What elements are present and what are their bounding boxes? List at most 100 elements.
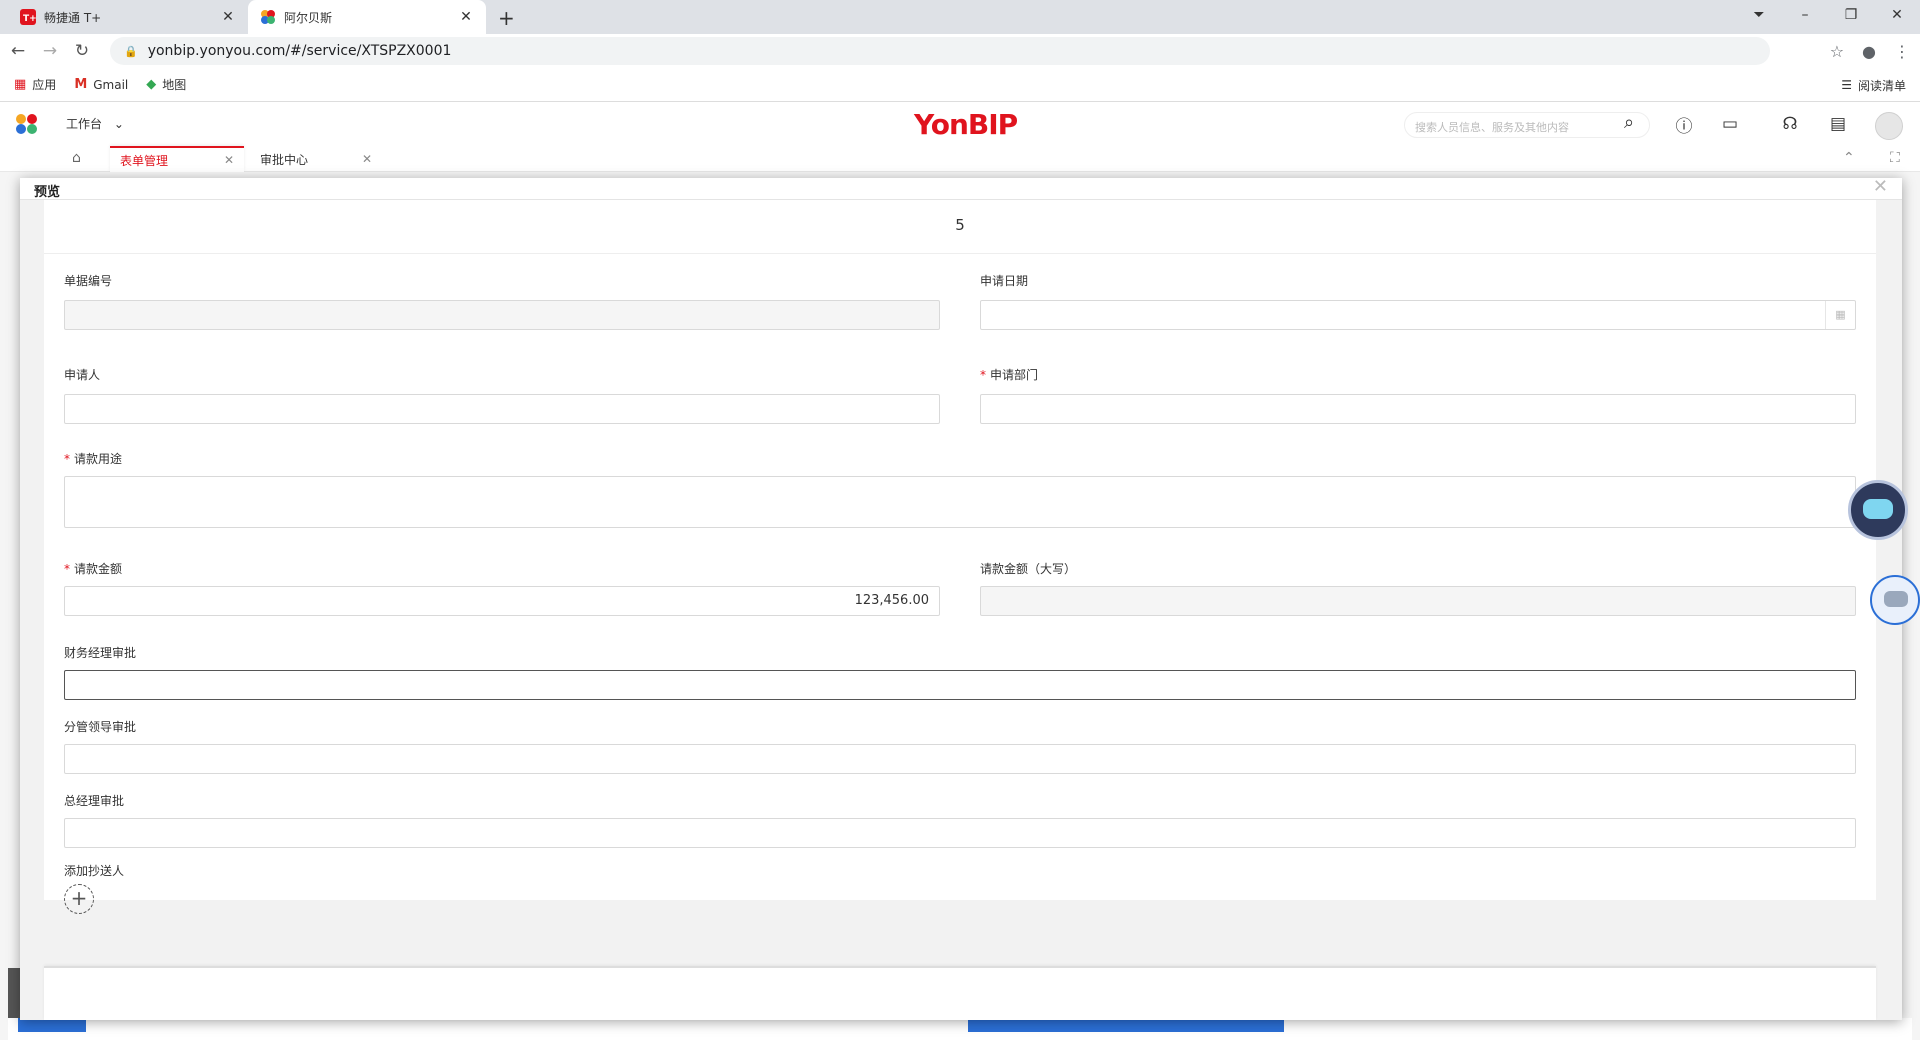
doc-no-field xyxy=(64,300,940,330)
svg-text:T+: T+ xyxy=(23,14,36,24)
browser-tab-strip: T+ 畅捷通 T+ ✕ 阿尔贝斯 ✕ + ⏷ – ❐ ✕ xyxy=(0,0,1920,34)
robot-face xyxy=(1884,591,1908,607)
modal-footer xyxy=(44,966,1876,1020)
field-label-wrap: * 请款用途 xyxy=(64,450,122,467)
close-icon[interactable]: ✕ xyxy=(224,153,234,167)
robot-face xyxy=(1863,499,1893,519)
back-icon[interactable]: ← xyxy=(4,41,32,61)
avatar[interactable] xyxy=(1875,112,1903,140)
close-window-icon[interactable]: ✕ xyxy=(1874,7,1920,23)
close-icon[interactable]: ✕ xyxy=(362,152,372,166)
field-label-wrap: * 申请部门 xyxy=(980,366,1038,383)
calendar-icon[interactable]: ▤ xyxy=(1826,112,1850,136)
tab-approval-center[interactable]: 审批中心 ✕ xyxy=(250,146,382,172)
field-label: 申请部门 xyxy=(990,368,1039,382)
field-label: 财务经理审批 xyxy=(64,646,137,660)
bookmark-label: 地图 xyxy=(162,78,187,92)
preview-modal: 预览 ✕ 5 单据编号 申请日期 ▦ 申请人 * 申请部门 * 请款用途 * 请款金额… xyxy=(20,176,1902,1020)
finance-approval-field[interactable] xyxy=(64,670,1856,700)
maps-icon: ◆ xyxy=(146,77,157,92)
bookmark-apps[interactable]: ▦ 应用 xyxy=(14,76,56,93)
reading-list[interactable]: ☰ 阅读清单 xyxy=(1841,68,1906,102)
lock-icon: 🔒 xyxy=(124,44,138,58)
applicant-field[interactable] xyxy=(64,394,940,424)
apply-date-field[interactable]: ▦ xyxy=(980,300,1856,330)
url-text: yonbip.yonyou.com/#/service/XTSPZX0001 xyxy=(147,43,452,59)
bookmarks-bar: ▦ 应用 M Gmail ◆ 地图 ☰ 阅读清单 xyxy=(0,68,1920,102)
search-icon[interactable]: ⌕ xyxy=(1624,112,1634,133)
gmail-icon: M xyxy=(74,77,88,92)
customer-service-icon[interactable]: ☊ xyxy=(1778,112,1802,136)
purpose-textarea[interactable] xyxy=(64,476,1856,528)
field-label: 请款金额（大写） xyxy=(980,562,1077,576)
address-bar-actions: ☆ ● ⋮ xyxy=(1830,34,1910,68)
tplus-favicon-icon: T+ xyxy=(20,9,36,25)
restore-icon[interactable]: ❐ xyxy=(1828,7,1874,23)
bookmark-label: 应用 xyxy=(32,78,57,92)
profile-icon[interactable]: ● xyxy=(1862,42,1876,61)
tab-form-management[interactable]: 表单管理 ✕ xyxy=(110,146,244,172)
close-tab-icon[interactable]: ✕ xyxy=(458,9,474,25)
home-icon[interactable]: ⌂ xyxy=(72,150,81,166)
workbench-label: 工作台 xyxy=(66,117,103,131)
chevron-down-icon: ⌄ xyxy=(113,117,124,131)
collapse-up-icon[interactable]: ⌃ xyxy=(1843,150,1855,166)
bookmark-star-icon[interactable]: ☆ xyxy=(1830,42,1844,61)
browser-tab-aerbeisi[interactable]: 阿尔贝斯 ✕ xyxy=(248,0,486,34)
field-label: 单据编号 xyxy=(64,274,113,288)
required-mark: * xyxy=(64,562,70,576)
yonyou-logo-icon[interactable] xyxy=(14,113,40,135)
background-button xyxy=(18,1018,86,1032)
field-label: 申请人 xyxy=(64,368,101,382)
app-tab-bar: ⌂ 表单管理 ✕ 审批中心 ✕ ⌃ ⛶ xyxy=(0,146,1920,172)
field-label: 总经理审批 xyxy=(64,794,125,808)
fullscreen-icon[interactable]: ⛶ xyxy=(1890,150,1900,166)
bookmark-maps[interactable]: ◆ 地图 xyxy=(146,76,186,93)
window-controls: ⏷ – ❐ ✕ xyxy=(1736,0,1920,30)
address-bar-row: ← → ↻ 🔒 yonbip.yonyou.com/#/service/XTSP… xyxy=(0,34,1920,68)
ai-assistant-icon[interactable] xyxy=(1848,480,1908,540)
message-icon[interactable]: ▭ xyxy=(1718,112,1742,136)
background-button-group xyxy=(968,1018,1284,1032)
required-mark: * xyxy=(980,368,986,382)
apps-grid-icon: ▦ xyxy=(14,77,27,92)
yonbip-brand-logo: YonBIP xyxy=(914,108,1018,141)
background-footer xyxy=(8,1018,1912,1040)
add-cc-button[interactable]: + xyxy=(64,884,94,914)
required-mark: * xyxy=(64,452,70,466)
amount-field[interactable]: 123,456.00 xyxy=(64,586,940,616)
field-label: 添加抄送人 xyxy=(64,864,125,878)
tab-label: 审批中心 xyxy=(260,152,309,167)
calendar-icon[interactable]: ▦ xyxy=(1825,301,1855,329)
form-card: 5 单据编号 申请日期 ▦ 申请人 * 申请部门 * 请款用途 * 请款金额 123,… xyxy=(44,200,1876,914)
app-header: 工作台 ⌄ YonBIP 搜索人员信息、服务及其他内容 ⌕ ⓘ ▭ ☊ ▤ xyxy=(0,102,1920,146)
minimize-icon[interactable]: – xyxy=(1782,7,1828,23)
help-icon[interactable]: ⓘ xyxy=(1672,112,1696,137)
browser-tab-title: 阿尔贝斯 xyxy=(284,10,333,25)
reading-list-label: 阅读清单 xyxy=(1857,78,1906,93)
tab-label: 表单管理 xyxy=(120,153,169,168)
new-tab-button[interactable]: + xyxy=(498,6,515,30)
chat-robot-icon[interactable] xyxy=(1870,575,1920,625)
reload-icon[interactable]: ↻ xyxy=(68,41,96,61)
bookmark-label: Gmail xyxy=(93,77,129,92)
browser-tab-tplus[interactable]: T+ 畅捷通 T+ ✕ xyxy=(8,0,248,34)
leader-approval-field[interactable] xyxy=(64,744,1856,774)
workbench-menu[interactable]: 工作台 ⌄ xyxy=(66,115,124,132)
field-label: 分管领导审批 xyxy=(64,720,137,734)
bookmark-gmail[interactable]: M Gmail xyxy=(74,77,128,92)
profile-menu-icon[interactable]: ⏷ xyxy=(1736,7,1782,23)
department-field[interactable] xyxy=(980,394,1856,424)
modal-header: 预览 ✕ xyxy=(20,176,1902,200)
browser-tab-title: 畅捷通 T+ xyxy=(44,10,102,25)
reading-list-icon: ☰ xyxy=(1841,78,1852,92)
url-field[interactable]: 🔒 yonbip.yonyou.com/#/service/XTSPZX0001 xyxy=(110,37,1770,65)
more-menu-icon[interactable]: ⋮ xyxy=(1894,42,1910,61)
forward-icon[interactable]: → xyxy=(36,41,64,61)
close-tab-icon[interactable]: ✕ xyxy=(220,9,236,25)
field-label: 请款金额 xyxy=(74,562,123,576)
global-search-input[interactable]: 搜索人员信息、服务及其他内容 xyxy=(1404,112,1650,138)
close-icon[interactable]: ✕ xyxy=(1873,176,1888,197)
field-label: 申请日期 xyxy=(980,274,1029,288)
gm-approval-field[interactable] xyxy=(64,818,1856,848)
